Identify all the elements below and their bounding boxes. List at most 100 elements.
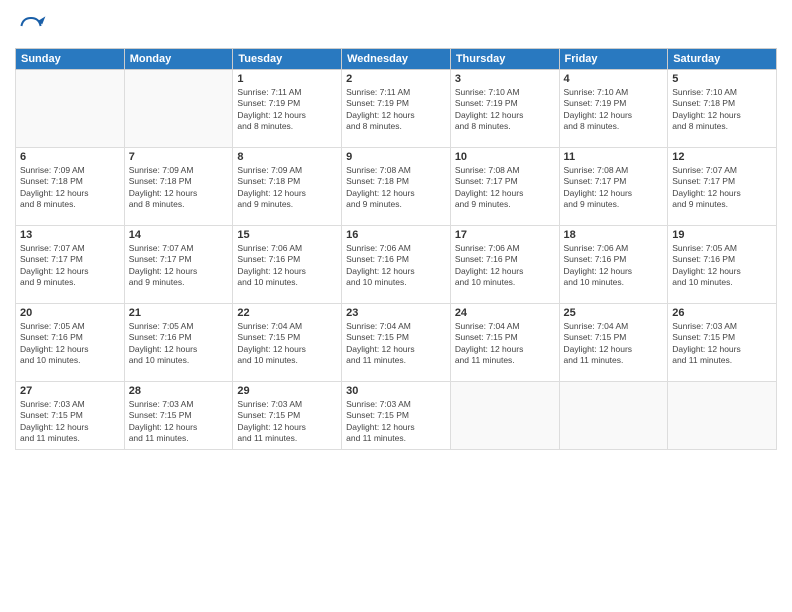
day-number: 4	[564, 73, 664, 85]
day-number: 1	[237, 73, 337, 85]
day-header-monday: Monday	[124, 49, 233, 70]
calendar-cell: 23 Sunrise: 7:04 AMSunset: 7:15 PMDayligh…	[342, 304, 451, 382]
day-info: Sunrise: 7:08 AMSunset: 7:18 PMDaylight:…	[346, 165, 446, 211]
logo	[15, 10, 51, 42]
week-row: 1 Sunrise: 7:11 AMSunset: 7:19 PMDaylight…	[16, 70, 777, 148]
day-number: 29	[237, 385, 337, 397]
calendar-cell: 28Sunrise: 7:03 AMSunset: 7:15 PMDayligh…	[124, 382, 233, 450]
calendar-cell: 13 Sunrise: 7:07 AMSunset: 7:17 PMDayligh…	[16, 226, 125, 304]
calendar-cell	[124, 70, 233, 148]
day-info: Sunrise: 7:06 AMSunset: 7:16 PMDaylight:…	[455, 243, 555, 289]
day-number: 13	[20, 229, 120, 241]
calendar-cell: 4 Sunrise: 7:10 AMSunset: 7:19 PMDaylight…	[559, 70, 668, 148]
calendar-cell: 2 Sunrise: 7:11 AMSunset: 7:19 PMDaylight…	[342, 70, 451, 148]
day-info: Sunrise: 7:03 AMSunset: 7:15 PMDaylight:…	[20, 399, 120, 445]
calendar-cell: 15 Sunrise: 7:06 AMSunset: 7:16 PMDayligh…	[233, 226, 342, 304]
day-info: Sunrise: 7:04 AMSunset: 7:15 PMDaylight:…	[564, 321, 664, 367]
day-info: Sunrise: 7:06 AMSunset: 7:16 PMDaylight:…	[237, 243, 337, 289]
header	[15, 10, 777, 42]
day-number: 27	[20, 385, 120, 397]
calendar-cell: 12 Sunrise: 7:07 AMSunset: 7:17 PMDayligh…	[668, 148, 777, 226]
calendar-cell: 16Sunrise: 7:06 AMSunset: 7:16 PMDayligh…	[342, 226, 451, 304]
day-info: Sunrise: 7:07 AMSunset: 7:17 PMDaylight:…	[20, 243, 120, 289]
calendar-cell: 7 Sunrise: 7:09 AMSunset: 7:18 PMDaylight…	[124, 148, 233, 226]
day-info: Sunrise: 7:04 AMSunset: 7:15 PMDaylight:…	[455, 321, 555, 367]
day-info: Sunrise: 7:10 AMSunset: 7:19 PMDaylight:…	[564, 87, 664, 133]
calendar-cell: 18Sunrise: 7:06 AMSunset: 7:16 PMDayligh…	[559, 226, 668, 304]
day-number: 30	[346, 385, 446, 397]
calendar-cell: 19 Sunrise: 7:05 AMSunset: 7:16 PMDayligh…	[668, 226, 777, 304]
day-number: 26	[672, 307, 772, 319]
day-info: Sunrise: 7:06 AMSunset: 7:16 PMDaylight:…	[564, 243, 664, 289]
calendar: SundayMondayTuesdayWednesdayThursdayFrid…	[15, 48, 777, 450]
calendar-cell	[668, 382, 777, 450]
day-info: Sunrise: 7:07 AMSunset: 7:17 PMDaylight:…	[129, 243, 229, 289]
calendar-cell: 27 Sunrise: 7:03 AMSunset: 7:15 PMDayligh…	[16, 382, 125, 450]
day-number: 12	[672, 151, 772, 163]
calendar-cell: 5 Sunrise: 7:10 AMSunset: 7:18 PMDaylight…	[668, 70, 777, 148]
day-number: 14	[129, 229, 229, 241]
day-info: Sunrise: 7:08 AMSunset: 7:17 PMDaylight:…	[455, 165, 555, 211]
day-number: 17	[455, 229, 555, 241]
day-number: 23	[346, 307, 446, 319]
calendar-cell	[450, 382, 559, 450]
day-header-tuesday: Tuesday	[233, 49, 342, 70]
calendar-cell: 1Sunrise: 7:11 AMSunset: 7:19 PMDaylight…	[233, 70, 342, 148]
day-number: 3	[455, 73, 555, 85]
day-number: 21	[129, 307, 229, 319]
week-row: 27 Sunrise: 7:03 AMSunset: 7:15 PMDayligh…	[16, 382, 777, 450]
day-number: 20	[20, 307, 120, 319]
day-number: 10	[455, 151, 555, 163]
day-number: 15	[237, 229, 337, 241]
day-number: 11	[564, 151, 664, 163]
week-row: 20 Sunrise: 7:05 AMSunset: 7:16 PMDayligh…	[16, 304, 777, 382]
calendar-cell: 17 Sunrise: 7:06 AMSunset: 7:16 PMDayligh…	[450, 226, 559, 304]
day-info: Sunrise: 7:04 AMSunset: 7:15 PMDaylight:…	[346, 321, 446, 367]
day-number: 16	[346, 229, 446, 241]
calendar-cell: 10 Sunrise: 7:08 AMSunset: 7:17 PMDayligh…	[450, 148, 559, 226]
calendar-cell: 21 Sunrise: 7:05 AMSunset: 7:16 PMDayligh…	[124, 304, 233, 382]
day-number: 2	[346, 73, 446, 85]
day-number: 7	[129, 151, 229, 163]
calendar-cell: 22 Sunrise: 7:04 AMSunset: 7:15 PMDayligh…	[233, 304, 342, 382]
calendar-header: SundayMondayTuesdayWednesdayThursdayFrid…	[16, 49, 777, 70]
day-info: Sunrise: 7:04 AMSunset: 7:15 PMDaylight:…	[237, 321, 337, 367]
day-number: 25	[564, 307, 664, 319]
day-number: 22	[237, 307, 337, 319]
calendar-cell: 3 Sunrise: 7:10 AMSunset: 7:19 PMDaylight…	[450, 70, 559, 148]
day-info: Sunrise: 7:03 AMSunset: 7:15 PMDaylight:…	[129, 399, 229, 445]
day-info: Sunrise: 7:03 AMSunset: 7:15 PMDaylight:…	[672, 321, 772, 367]
calendar-cell: 14 Sunrise: 7:07 AMSunset: 7:17 PMDayligh…	[124, 226, 233, 304]
calendar-cell: 24 Sunrise: 7:04 AMSunset: 7:15 PMDayligh…	[450, 304, 559, 382]
day-info: Sunrise: 7:10 AMSunset: 7:19 PMDaylight:…	[455, 87, 555, 133]
day-number: 19	[672, 229, 772, 241]
day-number: 24	[455, 307, 555, 319]
day-number: 5	[672, 73, 772, 85]
day-info: Sunrise: 7:09 AMSunset: 7:18 PMDaylight:…	[129, 165, 229, 211]
day-info: Sunrise: 7:11 AMSunset: 7:19 PMDaylight:…	[346, 87, 446, 133]
calendar-cell: 9 Sunrise: 7:08 AMSunset: 7:18 PMDaylight…	[342, 148, 451, 226]
day-info: Sunrise: 7:10 AMSunset: 7:18 PMDaylight:…	[672, 87, 772, 133]
calendar-cell: 25 Sunrise: 7:04 AMSunset: 7:15 PMDayligh…	[559, 304, 668, 382]
day-info: Sunrise: 7:09 AMSunset: 7:18 PMDaylight:…	[20, 165, 120, 211]
day-info: Sunrise: 7:03 AMSunset: 7:15 PMDaylight:…	[346, 399, 446, 445]
day-header-saturday: Saturday	[668, 49, 777, 70]
day-info: Sunrise: 7:07 AMSunset: 7:17 PMDaylight:…	[672, 165, 772, 211]
day-info: Sunrise: 7:09 AMSunset: 7:18 PMDaylight:…	[237, 165, 337, 211]
day-header-friday: Friday	[559, 49, 668, 70]
day-info: Sunrise: 7:05 AMSunset: 7:16 PMDaylight:…	[20, 321, 120, 367]
logo-icon	[15, 10, 47, 42]
calendar-cell	[16, 70, 125, 148]
calendar-cell: 30 Sunrise: 7:03 AMSunset: 7:15 PMDayligh…	[342, 382, 451, 450]
day-number: 9	[346, 151, 446, 163]
day-info: Sunrise: 7:05 AMSunset: 7:16 PMDaylight:…	[672, 243, 772, 289]
calendar-cell: 29 Sunrise: 7:03 AMSunset: 7:15 PMDayligh…	[233, 382, 342, 450]
day-info: Sunrise: 7:03 AMSunset: 7:15 PMDaylight:…	[237, 399, 337, 445]
day-number: 8	[237, 151, 337, 163]
day-info: Sunrise: 7:05 AMSunset: 7:16 PMDaylight:…	[129, 321, 229, 367]
page: SundayMondayTuesdayWednesdayThursdayFrid…	[0, 0, 792, 612]
calendar-cell: 26 Sunrise: 7:03 AMSunset: 7:15 PMDayligh…	[668, 304, 777, 382]
day-header-thursday: Thursday	[450, 49, 559, 70]
week-row: 13 Sunrise: 7:07 AMSunset: 7:17 PMDayligh…	[16, 226, 777, 304]
calendar-cell	[559, 382, 668, 450]
